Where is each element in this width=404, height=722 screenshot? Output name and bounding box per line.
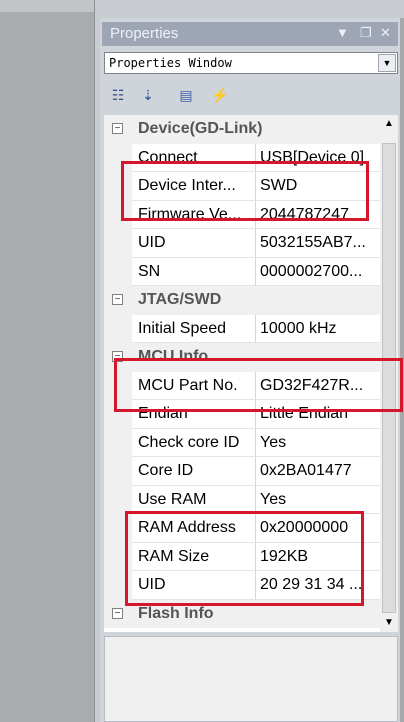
properties-title-bar: Properties ▼ ❐ ✕ <box>102 22 398 46</box>
editor-area-top <box>0 0 94 12</box>
property-name: Check core ID <box>132 428 256 457</box>
property-name: Core ID <box>132 457 256 486</box>
row-gutter <box>104 485 132 514</box>
property-name: Use RAM <box>132 485 256 514</box>
property-row[interactable]: SN 0000002700... <box>104 257 380 286</box>
property-name: SN <box>132 257 256 286</box>
property-name: UID <box>132 229 256 258</box>
scroll-down-icon[interactable]: ▼ <box>380 614 398 632</box>
object-selector-value: Properties Window <box>109 56 232 70</box>
property-value[interactable]: 10000 kHz <box>256 315 380 343</box>
scroll-up-icon[interactable]: ▲ <box>380 115 398 133</box>
category-label: JTAG/SWD <box>138 291 222 308</box>
chevron-down-icon[interactable]: ▼ <box>378 54 396 72</box>
highlight-box-device <box>121 161 369 221</box>
object-selector-dropdown[interactable]: Properties Window ▼ <box>104 52 398 74</box>
property-row[interactable]: Use RAM Yes <box>104 485 380 514</box>
property-row[interactable]: Core ID 0x2BA01477 <box>104 457 380 486</box>
row-gutter <box>104 257 132 286</box>
property-value[interactable]: 0x2BA01477 <box>256 457 380 486</box>
editor-area <box>0 0 94 722</box>
category-device[interactable]: − Device(GD-Link) <box>104 115 380 144</box>
highlight-box-mcu-part <box>114 358 403 412</box>
row-gutter <box>104 428 132 457</box>
property-pages-icon[interactable]: ▤ <box>176 82 196 108</box>
row-gutter <box>104 314 132 343</box>
property-value[interactable]: 0000002700... <box>256 258 380 286</box>
description-pane <box>104 636 398 722</box>
property-row[interactable]: Check core ID Yes <box>104 428 380 457</box>
highlight-box-ram <box>125 511 364 606</box>
alphabetical-icon[interactable]: ⇣ <box>138 82 158 108</box>
property-value[interactable]: Yes <box>256 486 380 514</box>
panel-top-strip <box>100 0 404 18</box>
property-value[interactable]: Yes <box>256 429 380 457</box>
categorized-icon[interactable]: ☷ <box>108 82 128 108</box>
properties-title: Properties <box>110 25 179 42</box>
property-name: Initial Speed <box>132 314 256 343</box>
property-row[interactable]: Initial Speed 10000 kHz <box>104 314 380 343</box>
row-gutter <box>104 457 132 486</box>
events-icon[interactable]: ⚡ <box>210 82 230 108</box>
properties-toolbar: ☷ ⇣ ▤ ⚡ <box>104 82 398 110</box>
collapse-icon[interactable]: − <box>112 607 123 619</box>
row-gutter <box>104 229 132 258</box>
close-icon[interactable]: ✕ <box>380 25 391 41</box>
collapse-icon[interactable]: − <box>112 123 123 134</box>
pin-icon[interactable]: ❐ <box>360 25 372 41</box>
property-value[interactable]: 5032155AB7... <box>256 229 380 258</box>
category-label: Device(GD-Link) <box>138 120 263 137</box>
window-menu-icon[interactable]: ▼ <box>336 25 349 40</box>
collapse-icon[interactable]: − <box>112 294 123 305</box>
category-jtag-swd[interactable]: − JTAG/SWD <box>104 286 380 315</box>
property-row[interactable]: UID 5032155AB7... <box>104 229 380 258</box>
